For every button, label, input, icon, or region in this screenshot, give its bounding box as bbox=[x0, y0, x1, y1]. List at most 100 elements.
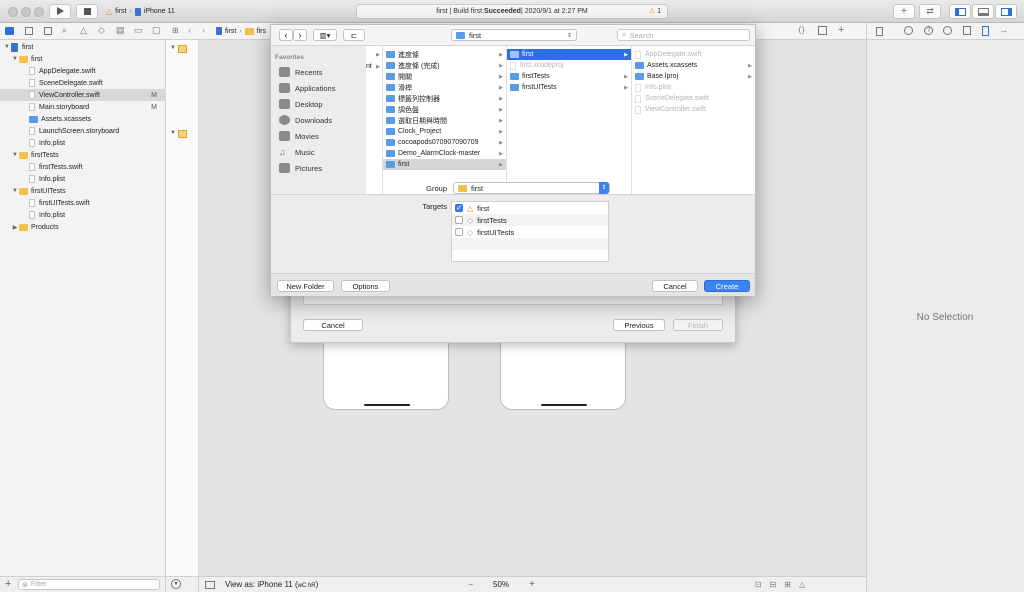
dialog-forward-button[interactable]: › bbox=[293, 29, 307, 41]
previous-button[interactable]: Previous bbox=[613, 319, 665, 331]
dialog-back-button[interactable]: ‹ bbox=[279, 29, 293, 41]
resolve-icon[interactable]: △ bbox=[799, 580, 805, 589]
finish-button[interactable]: Finish bbox=[673, 319, 723, 331]
breadcrumb[interactable]: first › firs bbox=[216, 27, 266, 35]
column-item[interactable]: Base.lproj ▶ bbox=[632, 71, 755, 82]
file-inspector-icon[interactable] bbox=[876, 27, 883, 36]
nav-row-file[interactable]: firstUITests.swift bbox=[0, 197, 166, 209]
attributes-icon[interactable] bbox=[963, 26, 971, 35]
new-folder-button[interactable]: New Folder bbox=[277, 280, 334, 292]
create-button[interactable]: Create bbox=[704, 280, 750, 292]
column-item-selected[interactable]: first ▶ bbox=[507, 49, 631, 60]
editor-options-icon[interactable] bbox=[818, 26, 827, 35]
favorite-music[interactable]: ♫ Music bbox=[279, 145, 315, 159]
favorite-movies[interactable]: Movies bbox=[279, 129, 319, 143]
view-mode-button[interactable]: ▥▾ bbox=[313, 29, 337, 41]
nav-row-group-firsttests[interactable]: ▼ firstTests bbox=[0, 149, 166, 161]
nav-row-file[interactable]: Main.storyboard M bbox=[0, 101, 166, 113]
forward-button[interactable]: › bbox=[202, 25, 205, 35]
history-icon[interactable] bbox=[904, 26, 913, 35]
toggle-inspector-button[interactable] bbox=[995, 4, 1017, 19]
favorite-pictures[interactable]: Pictures bbox=[279, 161, 322, 175]
close-window-button[interactable] bbox=[8, 7, 18, 17]
column-item[interactable]: 進度條 ▶ bbox=[383, 49, 506, 60]
target-row-firsttests[interactable]: ◇ firstTests bbox=[452, 214, 608, 226]
column-item[interactable]: Assets.xcassets ▶ bbox=[632, 60, 755, 71]
connections-icon[interactable]: → bbox=[999, 25, 1008, 35]
target-row-firstuitests[interactable]: ◇ firstUITests bbox=[452, 226, 608, 238]
report-icon[interactable]: ▢ bbox=[152, 25, 161, 36]
column-item[interactable]: firstUITests ▶ bbox=[507, 82, 631, 93]
hide-outline-icon[interactable]: ▾ bbox=[171, 579, 181, 589]
zoom-in-icon[interactable]: + bbox=[529, 579, 535, 590]
column-item[interactable]: 開關 ▶ bbox=[383, 71, 506, 82]
code-review-button[interactable]: ⇄ bbox=[919, 4, 941, 19]
identity-icon[interactable] bbox=[943, 26, 952, 35]
column-item[interactable]: 進度條 (完成) ▶ bbox=[383, 60, 506, 71]
favorite-recents[interactable]: Recents bbox=[279, 65, 323, 79]
nav-row-file[interactable]: Info.plist bbox=[0, 173, 166, 185]
nav-row-file[interactable]: firstTests.swift bbox=[0, 161, 166, 173]
disclosure-open-icon[interactable]: ▼ bbox=[170, 45, 176, 51]
back-button[interactable]: ‹ bbox=[188, 25, 191, 35]
column-item[interactable]: 標籤列控制器 ▶ bbox=[383, 93, 506, 104]
location-popup[interactable]: first ⇕ bbox=[451, 29, 577, 41]
nav-row-file[interactable]: Assets.xcassets bbox=[0, 113, 166, 125]
add-editor-icon[interactable]: + bbox=[838, 24, 844, 36]
library-button[interactable]: + bbox=[893, 4, 915, 19]
nav-row-file[interactable]: SceneDelegate.swift bbox=[0, 77, 166, 89]
zoom-window-button[interactable] bbox=[34, 7, 44, 17]
column-item[interactable]: Clock_Project ▶ bbox=[383, 126, 506, 137]
column-item-open[interactable]: first ▶ bbox=[383, 159, 506, 170]
add-file-icon[interactable]: + bbox=[5, 578, 11, 590]
phone-frame[interactable] bbox=[323, 342, 449, 410]
embed-icon[interactable]: ⊡ bbox=[755, 580, 762, 589]
find-icon[interactable]: ⌕ bbox=[62, 25, 67, 36]
zoom-out-icon[interactable]: − bbox=[468, 580, 473, 589]
column-item[interactable]: 調色盤 ▶ bbox=[383, 104, 506, 115]
nav-row-file[interactable]: AppDelegate.swift bbox=[0, 65, 166, 77]
column-item[interactable]: 選取日期與時間 ▶ bbox=[383, 115, 506, 126]
breakpoint-icon[interactable]: ▭ bbox=[134, 25, 143, 36]
sheet-cancel-button[interactable]: Cancel bbox=[303, 319, 363, 331]
scene-icon[interactable] bbox=[178, 130, 187, 138]
symbol-icon[interactable] bbox=[44, 27, 52, 35]
view-as-control[interactable]: View as: iPhone 11 (wC hR) bbox=[225, 580, 318, 589]
column-item[interactable]: firstTests ▶ bbox=[507, 71, 631, 82]
column-item[interactable]: cocoapods070907090709 ▶ bbox=[383, 137, 506, 148]
test-icon[interactable]: ◇ bbox=[98, 25, 105, 36]
checkbox-checked[interactable]: ✓ bbox=[455, 204, 463, 212]
nav-row-group-firstuitests[interactable]: ▼ firstUITests bbox=[0, 185, 166, 197]
nav-row-file[interactable]: Info.plist bbox=[0, 209, 166, 221]
nav-row-group-first[interactable]: ▼ first bbox=[0, 53, 166, 65]
nav-row-file-selected[interactable]: ViewController.swift M bbox=[0, 89, 166, 101]
group-popup[interactable]: first ⇕ bbox=[453, 182, 610, 194]
toggle-debug-button[interactable] bbox=[972, 4, 994, 19]
run-button[interactable] bbox=[49, 4, 71, 19]
checkbox-unchecked[interactable] bbox=[455, 228, 463, 236]
cancel-button[interactable]: Cancel bbox=[652, 280, 698, 292]
favorite-desktop[interactable]: Desktop bbox=[279, 97, 323, 111]
related-items-icon[interactable]: ⊞ bbox=[172, 26, 179, 35]
toggle-navigator-button[interactable] bbox=[949, 4, 971, 19]
debug-icon[interactable]: ▤ bbox=[116, 25, 125, 36]
favorite-applications[interactable]: Applications bbox=[279, 81, 335, 95]
nav-row-file[interactable]: Info.plist bbox=[0, 137, 166, 149]
folder-icon[interactable] bbox=[5, 27, 14, 35]
new-folder-icon-button[interactable]: ⊏ bbox=[343, 29, 365, 41]
column-item-partial[interactable]: nt bbox=[366, 63, 372, 70]
nav-row-group-products[interactable]: ▶ Products bbox=[0, 221, 166, 233]
column-item[interactable]: 滑桿 ▶ bbox=[383, 82, 506, 93]
disclosure-open-icon[interactable]: ▼ bbox=[170, 130, 176, 136]
checkbox-unchecked[interactable] bbox=[455, 216, 463, 224]
document-outline-icon[interactable] bbox=[205, 580, 215, 589]
source-control-icon[interactable] bbox=[25, 27, 33, 35]
issue-icon[interactable]: △ bbox=[80, 25, 87, 36]
options-button[interactable]: Options bbox=[341, 280, 390, 292]
stop-button[interactable] bbox=[76, 4, 98, 19]
warning-indicator[interactable]: ⚠ 1 bbox=[649, 7, 661, 16]
search-field[interactable]: ⌕ Search bbox=[617, 29, 750, 41]
size-icon[interactable] bbox=[982, 26, 989, 36]
filter-field[interactable]: ⊜ Filter bbox=[18, 579, 160, 590]
favorite-downloads[interactable]: Downloads bbox=[279, 113, 332, 127]
